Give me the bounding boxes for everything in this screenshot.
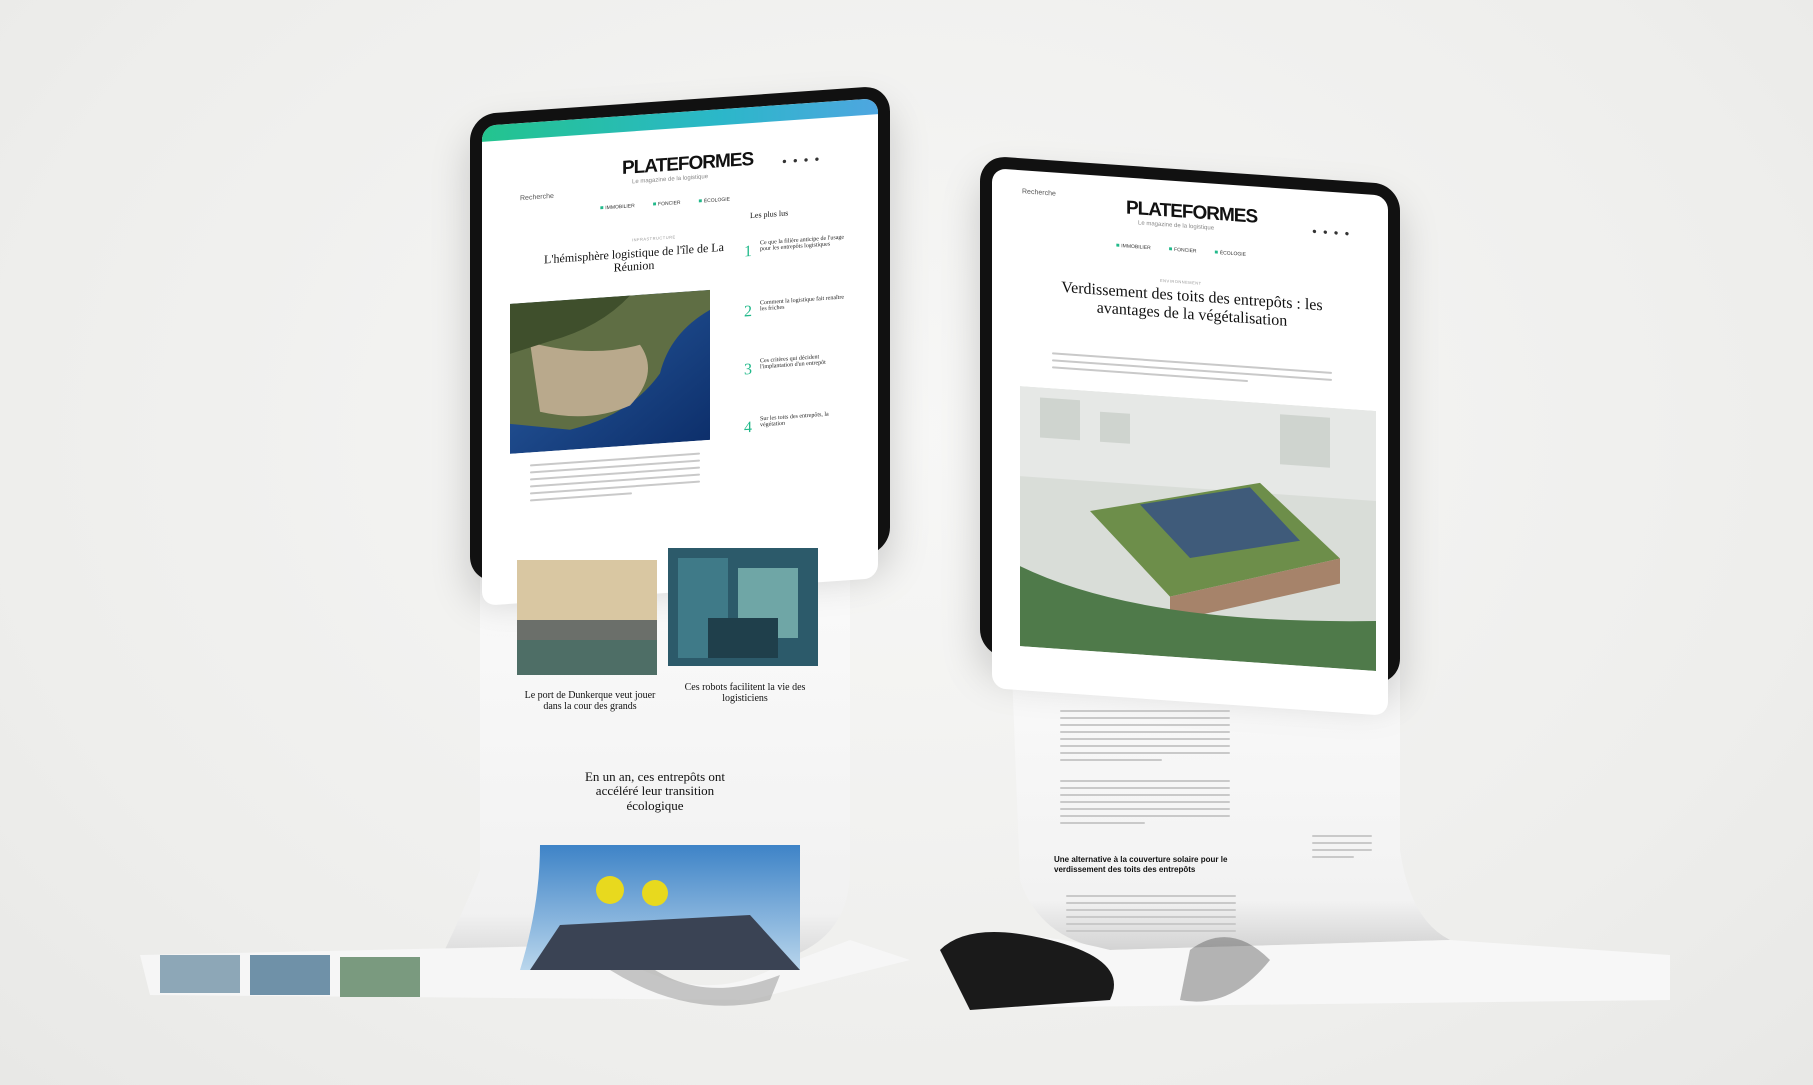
nav-item-foncier-right[interactable]: FONCIER [1169,247,1197,255]
social-icons-right: ● ● ● ● [1312,226,1352,239]
article-body-2 [1060,780,1230,829]
floor-thumbnails [160,955,420,997]
right-tablet: Recherche PLATEFORMES Le magazine de la … [980,155,1400,716]
sidebar-num-3: 3 [744,360,752,379]
article-headline: Verdissement des toits des entrepôts : l… [1061,279,1323,330]
search-label[interactable]: Recherche [520,193,554,202]
sidebar-num-2: 2 [744,302,752,321]
feature-photo[interactable] [520,845,800,970]
sidebar-num-4: 4 [744,418,752,437]
nav-item-ecologie-right[interactable]: ÉCOLOGIE [1215,250,1246,258]
promo-banner [482,98,878,142]
article-lede [1052,352,1332,393]
main-excerpt [530,452,700,507]
nav-item-immobilier[interactable]: IMMOBILIER [600,203,634,211]
main-article-photo[interactable] [510,289,710,454]
card1-title[interactable]: Le port de Dunkerque veut jouer dans la … [520,690,660,712]
sidebar-num-1: 1 [744,242,752,261]
article-body-3 [1066,895,1236,937]
sidebar-item-3[interactable]: Ces critères qui décident l'implantation… [760,352,850,370]
social-icons: ● ● ● ● [782,154,822,166]
article-category: ENVIRONNEMENT [1160,277,1202,286]
article-aside [1312,835,1372,863]
nav-item-immobilier-right[interactable]: IMMOBILIER [1116,243,1150,251]
left-tablet-screen: Recherche PLATEFORMES Le magazine de la … [482,98,878,606]
sidebar-item-4[interactable]: Sur les toits des entrepôts, la végétati… [760,410,850,429]
main-nav[interactable]: IMMOBILIER FONCIER ÉCOLOGIE [600,197,730,212]
card1-photo[interactable] [517,560,657,675]
card2-title[interactable]: Ces robots facilitent la vie des logisti… [680,682,810,704]
search-label-right[interactable]: Recherche [1022,188,1056,197]
sidebar-title: Les plus lus [750,208,789,221]
left-tablet: Recherche PLATEFORMES Le magazine de la … [470,85,890,606]
sidebar-item-2[interactable]: Comment la logistique fait renaître les … [760,294,850,313]
mockup-scene: Recherche PLATEFORMES Le magazine de la … [0,0,1813,1085]
main-headline[interactable]: L'hémisphère logistique de l'île de La R… [534,240,734,280]
article-subhead: Une alternative à la couverture solaire … [1054,855,1228,874]
article-hero-photo [1020,386,1376,672]
main-nav-right[interactable]: IMMOBILIER FONCIER ÉCOLOGIE [1116,243,1246,258]
right-tablet-screen: Recherche PLATEFORMES Le magazine de la … [992,168,1388,716]
nav-item-foncier[interactable]: FONCIER [653,200,681,208]
article-body-1 [1060,710,1230,766]
nav-item-ecologie[interactable]: ÉCOLOGIE [699,197,730,205]
main-category: INFRASTRUCTURE [632,234,676,243]
card2-photo[interactable] [668,548,818,666]
sidebar-item-1[interactable]: Ce que la filière anticipe de l'usage po… [760,234,850,253]
feature-title[interactable]: En un an, ces entrepôts ont accéléré leu… [580,769,730,813]
